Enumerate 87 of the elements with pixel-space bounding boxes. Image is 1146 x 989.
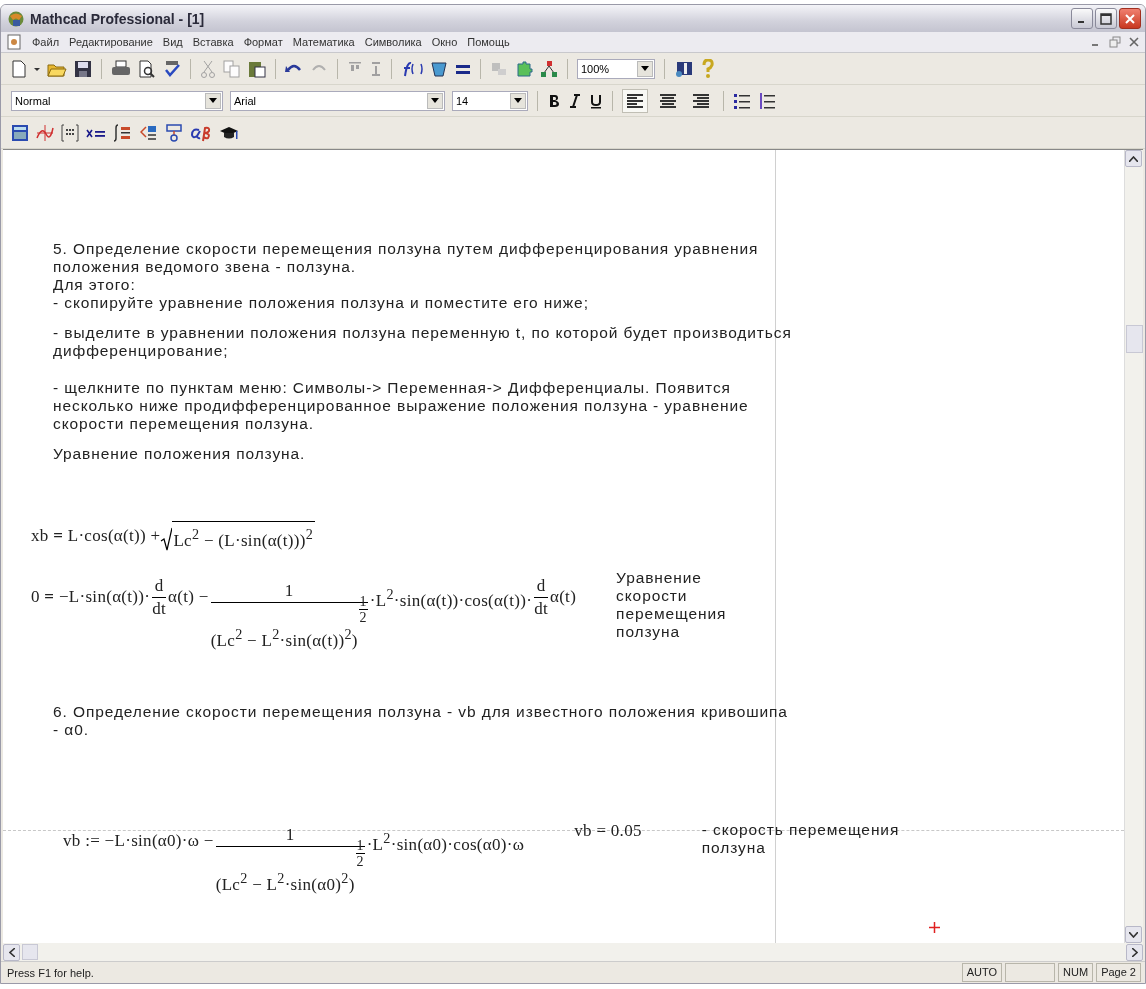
paragraph: Уравнение положения ползуна. [53,445,307,463]
menu-item[interactable]: Вставка [187,36,239,48]
math-text: ·L$^{2}$·sin(α(t))·cos(α(t))· [369,585,533,611]
new-file-icon[interactable] [11,59,27,78]
math-text: α(t) − [168,587,209,608]
bullet-list-icon[interactable] [733,92,751,109]
font-size-dropdown[interactable]: 14 [452,90,528,111]
math-text: 2 [359,609,367,625]
math-text: 2 [356,853,364,869]
paragraph: - выделите в уравнении положения ползуна переменную t, по которой будет производиться дифференцирование; [53,324,793,360]
status-page: Page 2 [1096,963,1141,982]
math-text: vb := −L·sin(α0)·ω − [63,831,214,852]
window-title: Mathcad Professional - [1] [30,10,205,27]
math-text: α(t) [549,587,577,608]
caret-icon[interactable] [641,66,649,71]
paragraph: - щелкните по пунктам меню: Символы-> Переменная-> Дифференциалы. Появится несколько ниже продифференцированное выражение положения ползуна - уравнение скорости перемещения ползуна. [53,379,750,433]
menu-item[interactable]: Символика [359,36,427,48]
close-icon[interactable] [1129,37,1139,47]
scroll-thumb[interactable] [1126,325,1143,353]
comparison-icon[interactable] [140,123,158,142]
print-preview-icon[interactable] [138,59,156,78]
math-text: d [535,576,547,596]
status-num: NUM [1058,963,1094,982]
radical-icon [160,526,173,551]
document-icon[interactable] [7,34,21,50]
vertical-scrollbar[interactable] [1124,150,1143,943]
crosshair-cursor-icon [929,922,940,933]
math-text: ·L$^{2}$·sin(α0)·cos(α0)·ω [366,829,525,855]
maximize-icon[interactable] [1100,12,1112,25]
puzzle-icon[interactable] [515,59,533,78]
menu-item[interactable]: Файл [27,36,65,48]
maximize-button[interactable] [1095,8,1117,29]
app-icon [7,9,25,28]
save-icon[interactable] [74,59,92,78]
math-text: Lc$^{2}$ − (L·sin(α(t)))$^{2}$ [172,521,316,551]
math-text: 1 [359,593,367,609]
zoom-dropdown[interactable]: 100% [577,58,655,79]
scroll-up-icon[interactable] [1129,155,1138,162]
integral-icon[interactable] [113,123,133,142]
paragraph: Для этого: [53,276,137,294]
paragraph: 6. Определение скорости перемещения ползуна - vb для известного положения кривошипа - α0. [53,702,789,739]
scroll-down-icon[interactable] [1129,931,1138,938]
matrix-icon[interactable] [61,123,79,142]
italic-icon[interactable] [568,91,582,110]
caret-icon[interactable] [209,98,217,103]
minimize-button[interactable] [1071,8,1093,29]
scroll-right-icon[interactable] [1131,947,1138,957]
paragraph: 5. Определение скорости перемещения ползуна путем дифференцирования уравнения положения ведомого звена - ползуна. [53,240,760,276]
scroll-left-icon[interactable] [8,947,15,957]
status-text: Press F1 for help. [6,966,94,979]
horizontal-scrollbar[interactable] [3,943,1143,961]
math-text: 1 [283,580,295,601]
menu-item[interactable]: Окно [426,36,463,48]
printer-icon[interactable] [111,59,131,78]
paste-icon[interactable] [248,59,266,78]
graph-icon[interactable] [36,123,54,142]
numbered-list-icon[interactable] [758,92,776,109]
menu-item[interactable]: Помощь [462,36,515,48]
math-text: dt [534,599,548,619]
scroll-thumb[interactable] [22,944,38,960]
caret-icon[interactable] [514,98,522,103]
math-text: 0 = −L·sin(α(t))· [31,587,151,608]
network-icon[interactable] [540,59,558,78]
formula-note: Уравнение скорости перемещения ползуна [616,568,728,641]
menu-item[interactable]: Редактирование [64,36,158,48]
paragraph: - скопируйте уравнение положения ползуна и поместите его ниже; [53,294,590,312]
math-text: (Lc$^{2}$ − L$^{2}$·sin(α(t))$^{2}$) [210,624,358,651]
math-text: 1 [356,837,364,853]
formula-note: - скорость перемещения ползуна [701,820,901,857]
function-icon[interactable] [401,59,423,78]
math-text: d [153,576,165,596]
close-button[interactable] [1119,8,1141,29]
math-text: xb = L·cos(α(t)) + [31,525,161,546]
math-text: dt [152,599,167,619]
font-dropdown[interactable]: Arial [230,90,445,111]
math-result: vb = 0.05 [574,820,642,841]
calculator-icon[interactable] [11,123,29,142]
menu-item[interactable]: Формат [238,36,288,48]
style-dropdown[interactable]: Normal [11,90,223,111]
spell-check-icon[interactable] [163,59,181,78]
book-icon[interactable] [674,59,694,78]
status-mode: AUTO [961,963,1003,982]
status-panel [1005,963,1056,982]
menu-item[interactable]: Математика [287,36,360,48]
menu-item[interactable]: Вид [157,36,188,48]
math-text: (Lc$^{2}$ − L$^{2}$·sin(α0)$^{2}$) [215,868,355,895]
caret-icon[interactable] [431,98,439,103]
